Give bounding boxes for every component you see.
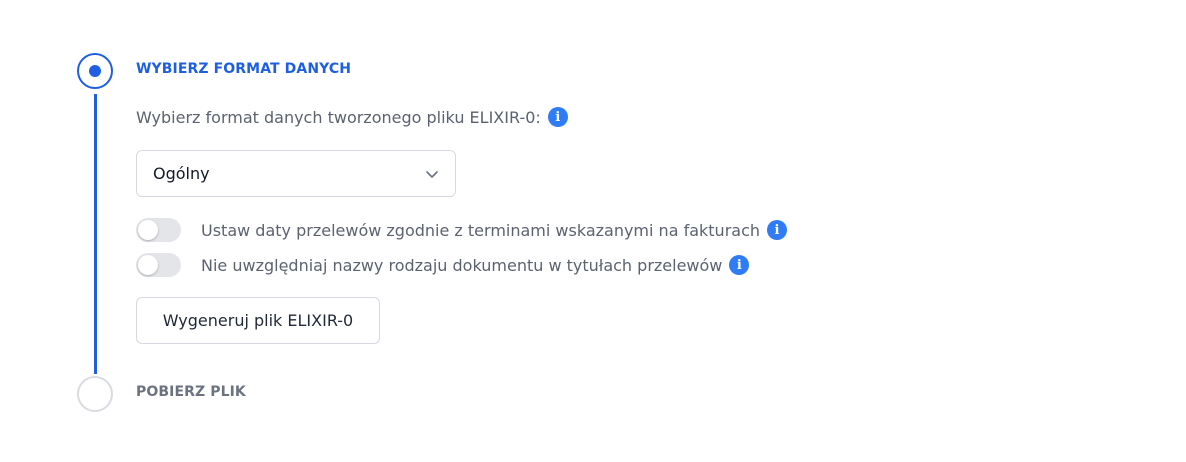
format-label-row: Wybierz format danych tworzonego pliku E… <box>136 107 568 127</box>
chevron-down-icon <box>425 167 439 181</box>
step-1-active-dot <box>89 65 101 77</box>
due-dates-toggle[interactable] <box>136 218 181 242</box>
doc-type-toggle[interactable] <box>136 253 181 277</box>
format-label: Wybierz format danych tworzonego pliku E… <box>136 107 541 127</box>
toggle-row-due-dates: Ustaw daty przelewów zgodnie z terminami… <box>136 218 788 242</box>
info-icon[interactable]: i <box>767 220 788 240</box>
stepper-connector-line <box>94 94 97 374</box>
step-1-title: WYBIERZ FORMAT DANYCH <box>136 61 352 77</box>
info-icon[interactable]: i <box>547 107 568 127</box>
format-select-value: Ogólny <box>153 164 210 183</box>
toggle-knob <box>138 255 158 275</box>
format-select[interactable]: Ogólny <box>136 150 456 197</box>
step-1-indicator <box>77 53 113 89</box>
due-dates-toggle-label: Ustaw daty przelewów zgodnie z terminami… <box>201 220 761 240</box>
generate-elixir-button[interactable]: Wygeneruj plik ELIXIR-0 <box>136 297 380 344</box>
toggle-row-doc-type: Nie uwzględniaj nazwy rodzaju dokumentu … <box>136 253 750 277</box>
info-icon[interactable]: i <box>729 255 750 275</box>
doc-type-toggle-label: Nie uwzględniaj nazwy rodzaju dokumentu … <box>201 255 723 275</box>
step-2-title: POBIERZ PLIK <box>136 384 246 400</box>
toggle-knob <box>138 220 158 240</box>
step-2-indicator <box>77 376 113 412</box>
